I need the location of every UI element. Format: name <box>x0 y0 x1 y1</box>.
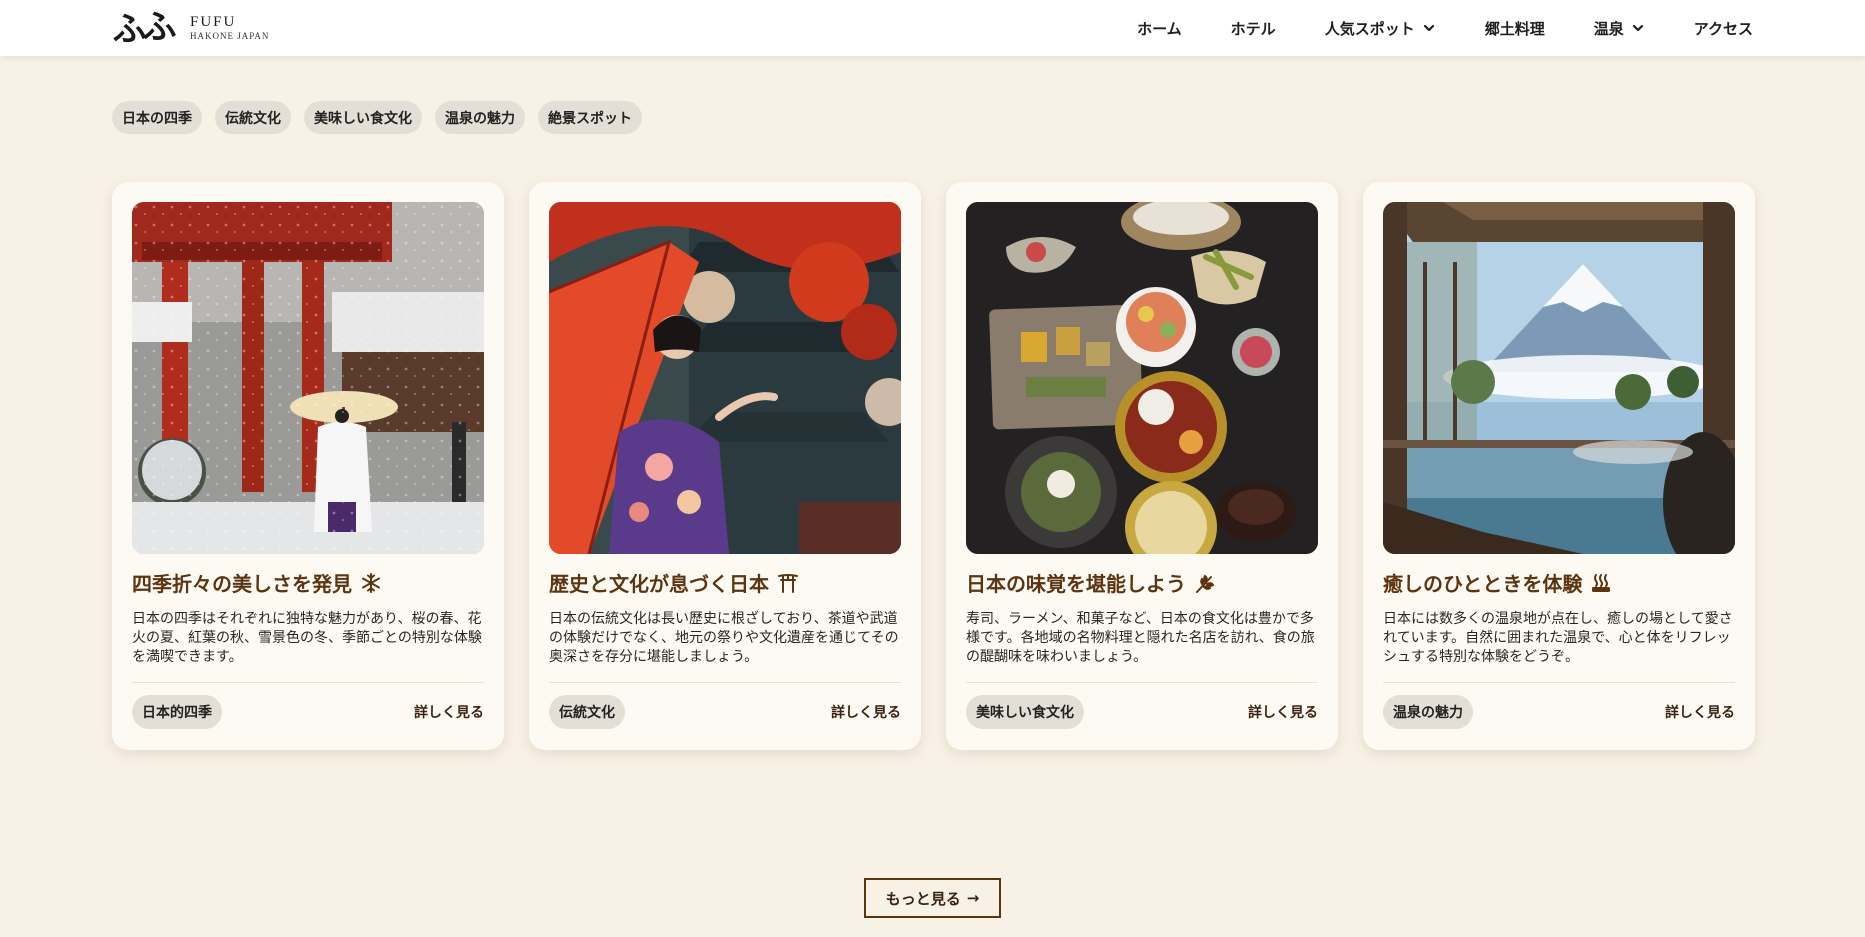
card-image-onsen-fuji <box>1383 202 1735 554</box>
brand-logo-mark: ふふ <box>110 6 174 51</box>
card-description: 日本には数多くの温泉地が点在し、癒しの場として愛されています。自然に囲まれた温泉… <box>1383 611 1733 665</box>
card-details-link[interactable]: 詳しく見る <box>414 695 484 729</box>
brand-subtitle: HAKONE JAPAN <box>190 31 270 41</box>
feature-cards: 四季折々の美しさを発見 日本の四季はそれぞれに独特な魅力があり、桜の春、花火の夏… <box>112 182 1755 750</box>
kimono-pagoda-illustration <box>549 202 901 554</box>
card-details-link[interactable]: 詳しく見る <box>831 695 901 729</box>
card-description: 日本の四季はそれぞれに独特な魅力があり、桜の春、花火の夏、紅葉の秋、雪景色の冬、… <box>132 611 482 665</box>
card-title-text: 日本の味覚を堪能しよう <box>966 572 1186 596</box>
card-description: 日本の伝統文化は長い歴史に根ざしており、茶道や武道の体験だけでなく、地元の祭りや… <box>549 611 899 665</box>
snowflake-icon <box>362 572 380 593</box>
card-divider <box>549 682 901 683</box>
feature-card[interactable]: 癒しのひとときを体験 日本には数多くの温泉地が点在し、癒しの場として愛されていま… <box>1363 182 1755 750</box>
nav-item-popular-spots[interactable]: 人気スポット <box>1325 18 1436 39</box>
card-details-link[interactable]: 詳しく見る <box>1248 695 1318 729</box>
card-divider <box>1383 682 1735 683</box>
card-description: 寿司、ラーメン、和菓子など、日本の食文化は豊かで多様です。各地域の名物料理と隠れ… <box>966 611 1315 665</box>
feature-card[interactable]: 四季折々の美しさを発見 日本の四季はそれぞれに独特な魅力があり、桜の春、花火の夏… <box>112 182 504 750</box>
load-more-label: もっと見る <box>885 889 961 908</box>
nav-item-label: ホーム <box>1137 19 1182 38</box>
nav-item-label: ホテル <box>1230 19 1276 38</box>
card-title: 癒しのひとときを体験 <box>1383 568 1735 597</box>
nav-item-onsen[interactable]: 温泉 <box>1594 18 1645 39</box>
card-title: 日本の味覚を堪能しよう <box>966 568 1318 597</box>
card-image-kaiseki <box>966 202 1318 554</box>
filter-chip-food[interactable]: 美味しい食文化 <box>304 101 422 134</box>
nav-item-access[interactable]: アクセス <box>1694 18 1753 39</box>
card-divider <box>966 682 1318 683</box>
card-title: 歴史と文化が息づく日本 <box>549 568 901 597</box>
feature-card[interactable]: 歴史と文化が息づく日本 日本の伝統文化は長い歴史に根ざしており、茶道や武道の体験… <box>529 182 921 750</box>
nav-item-local-cuisine[interactable]: 郷土料理 <box>1485 18 1545 39</box>
onsen-fuji-illustration <box>1383 202 1735 554</box>
filter-chip-tradition[interactable]: 伝統文化 <box>215 101 291 134</box>
card-title-text: 歴史と文化が息づく日本 <box>549 572 769 596</box>
wheat-icon <box>1196 574 1215 593</box>
card-title: 四季折々の美しさを発見 <box>132 568 484 597</box>
card-tag[interactable]: 伝統文化 <box>549 695 625 729</box>
card-title-text: 癒しのひとときを体験 <box>1383 572 1583 596</box>
filter-chip-seasons[interactable]: 日本の四季 <box>112 101 202 134</box>
card-tag[interactable]: 美味しい食文化 <box>966 695 1084 729</box>
main-nav: ホーム ホテル 人気スポット 郷土料理 温泉 アクセス <box>1137 0 1753 56</box>
nav-item-label: 温泉 <box>1593 19 1624 38</box>
chevron-down-icon <box>1423 24 1434 32</box>
feature-card[interactable]: 日本の味覚を堪能しよう 寿司、ラーメン、和菓子など、日本の食文化は豊かで多様です… <box>946 182 1338 750</box>
card-image-snowy-shrine <box>132 202 484 554</box>
torii-icon <box>778 573 798 593</box>
nav-item-label: アクセス <box>1693 19 1753 38</box>
hot-spring-icon <box>1592 573 1611 592</box>
nav-item-home[interactable]: ホーム <box>1137 18 1182 39</box>
card-divider <box>132 682 484 683</box>
site-header: ふふ FUFU HAKONE JAPAN ホーム ホテル 人気スポット 郷土料理… <box>0 0 1865 56</box>
chevron-down-icon <box>1632 24 1643 32</box>
nav-item-hotel[interactable]: ホテル <box>1231 18 1276 39</box>
nav-item-label: 郷土料理 <box>1484 19 1545 38</box>
card-title-text: 四季折々の美しさを発見 <box>132 572 352 596</box>
load-more-button[interactable]: もっと見る → <box>864 878 1001 918</box>
snowy-shrine-illustration <box>132 202 484 554</box>
brand-logo[interactable]: ふふ FUFU HAKONE JAPAN <box>110 4 277 52</box>
kaiseki-dishes-illustration <box>966 202 1318 554</box>
card-details-link[interactable]: 詳しく見る <box>1665 695 1735 729</box>
card-image-kimono-umbrella <box>549 202 901 554</box>
brand-logo-text: FUFU HAKONE JAPAN <box>190 14 269 42</box>
filter-chip-scenery[interactable]: 絶景スポット <box>538 101 642 134</box>
nav-item-label: 人気スポット <box>1324 19 1415 38</box>
filter-chip-onsen[interactable]: 温泉の魅力 <box>435 101 525 134</box>
card-tag[interactable]: 温泉の魅力 <box>1383 695 1473 729</box>
card-tag[interactable]: 日本的四季 <box>132 695 222 729</box>
brand-name: FUFU <box>190 14 237 30</box>
arrow-right-icon: → <box>966 889 980 907</box>
category-filters: 日本の四季 伝統文化 美味しい食文化 温泉の魅力 絶景スポット <box>112 101 655 134</box>
